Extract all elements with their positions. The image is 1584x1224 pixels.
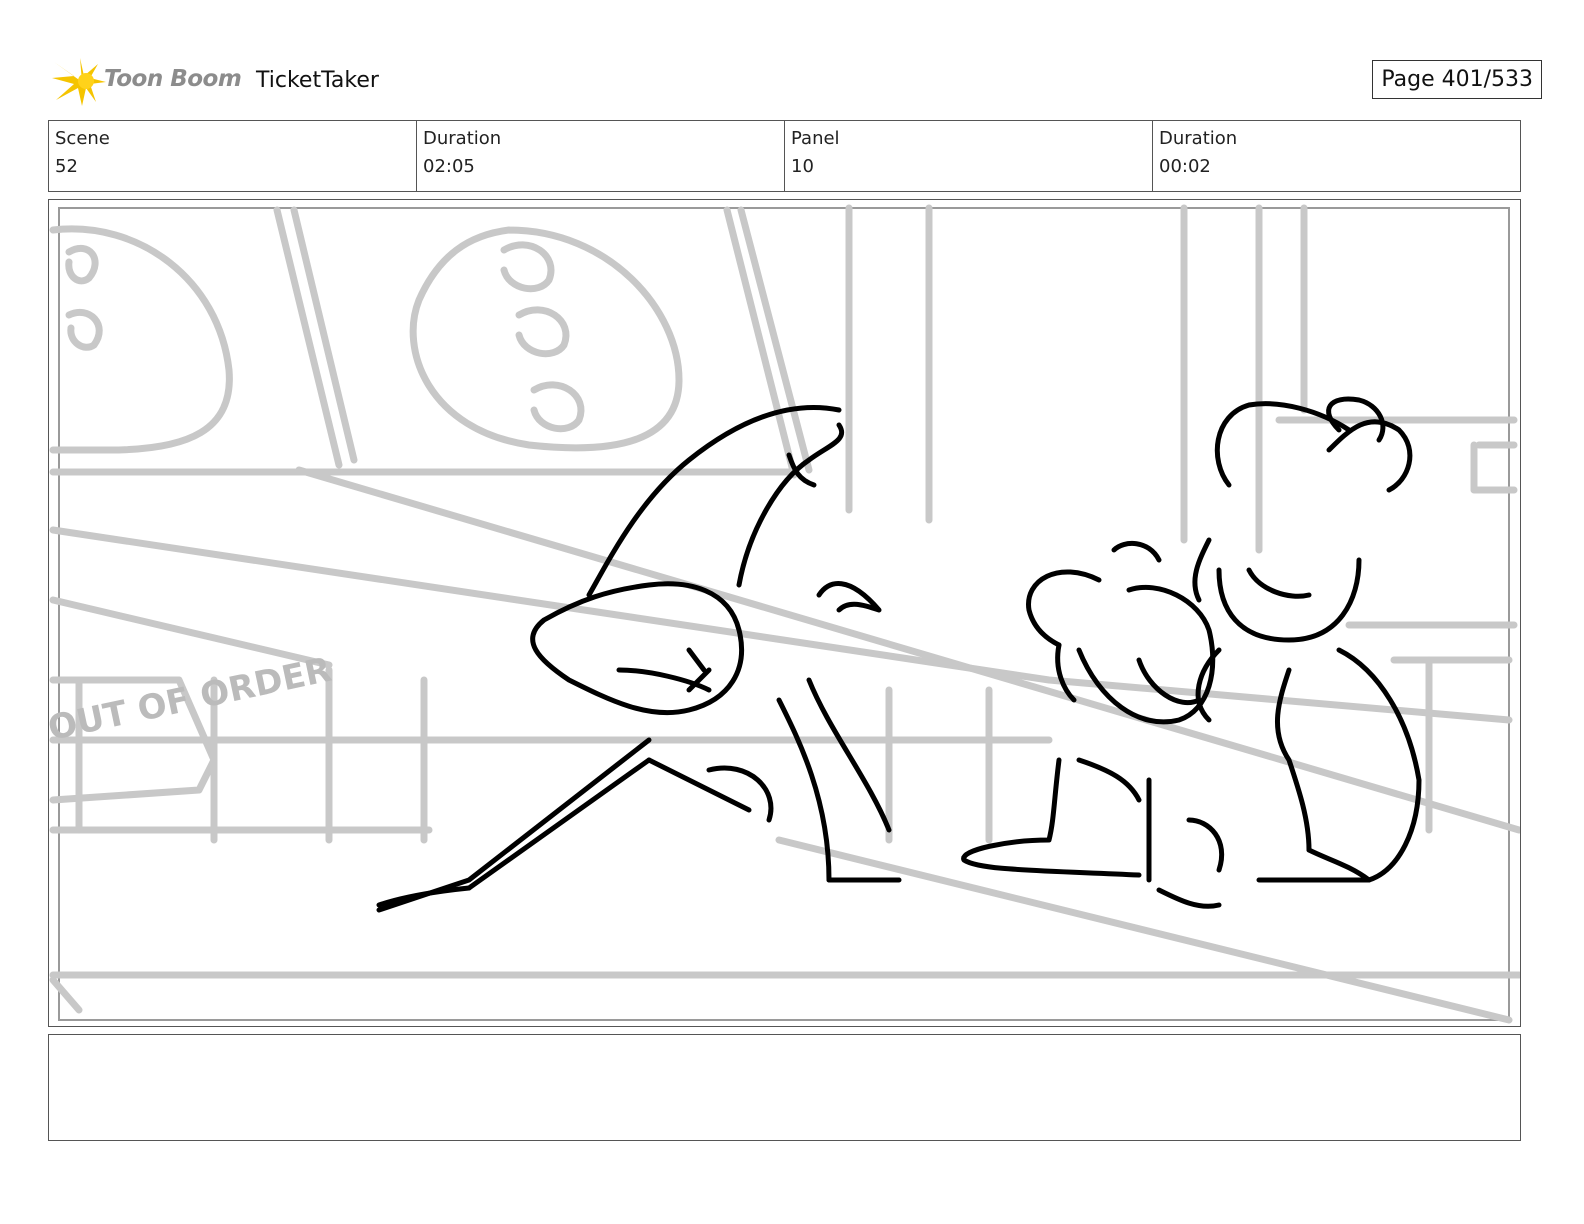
panel-label: Panel xyxy=(791,128,840,149)
panel-value: 10 xyxy=(791,156,814,177)
panel-notes-box xyxy=(48,1034,1521,1141)
panel-duration-cell: Duration 00:02 xyxy=(1153,121,1520,191)
page-indicator: Page 401/533 xyxy=(1372,60,1542,99)
scene-label: Scene xyxy=(55,128,110,149)
storyboard-header: Toon Boom TicketTaker Page 401/533 xyxy=(52,56,1542,108)
scene-duration-value: 02:05 xyxy=(423,156,475,177)
panel-duration-value: 00:02 xyxy=(1159,156,1211,177)
scene-value: 52 xyxy=(55,156,78,177)
starburst-icon xyxy=(52,58,106,106)
scene-duration-cell: Duration 02:05 xyxy=(417,121,785,191)
scene-cell: Scene 52 xyxy=(49,121,417,191)
project-title: TicketTaker xyxy=(256,68,379,93)
panel-info-table: Scene 52 Duration 02:05 Panel 10 Duratio… xyxy=(48,120,1521,192)
panel-cell: Panel 10 xyxy=(785,121,1153,191)
logo-text: Toon Boom xyxy=(104,66,242,92)
sketch-drawing: OUT OF ORDER xyxy=(49,204,1520,1024)
background-sketch xyxy=(49,204,1520,1024)
storyboard-panel-image: OUT OF ORDER xyxy=(48,199,1521,1027)
panel-duration-label: Duration xyxy=(1159,128,1238,149)
scene-duration-label: Duration xyxy=(423,128,502,149)
out-of-order-sign: OUT OF ORDER xyxy=(49,650,335,749)
toon-boom-logo: Toon Boom xyxy=(52,56,242,108)
